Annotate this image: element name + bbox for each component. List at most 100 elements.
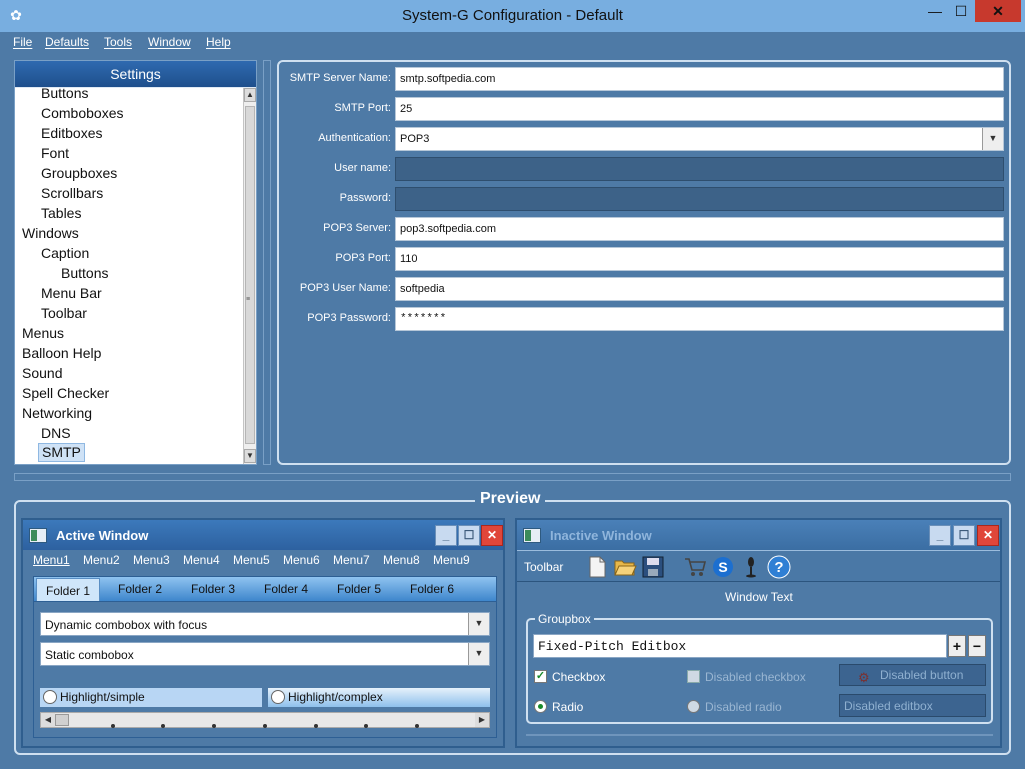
tab-folder-5[interactable]: Folder 5 — [325, 577, 393, 601]
highlight-complex-radio[interactable]: Highlight/complex — [268, 688, 490, 707]
new-document-icon[interactable] — [585, 555, 609, 579]
maximize-button[interactable]: ☐ — [948, 0, 974, 22]
tab-folder-1[interactable]: Folder 1 — [36, 578, 100, 601]
tree-item-spell-checker[interactable]: Spell Checker — [22, 383, 109, 403]
tick-mark — [314, 724, 318, 728]
scroll-up-arrow-icon[interactable]: ▲ — [244, 88, 256, 102]
save-icon[interactable] — [641, 555, 665, 579]
tree-item-menus[interactable]: Menus — [22, 323, 64, 343]
menu-help[interactable]: Help — [206, 35, 231, 49]
tree-item-editboxes[interactable]: Editboxes — [41, 123, 102, 143]
smtp-port-row: SMTP Port: 25 — [279, 97, 1009, 121]
smtp-server-input[interactable]: smtp.softpedia.com — [395, 67, 1004, 91]
disabled-checkbox: Disabled checkbox — [687, 670, 806, 684]
pop3-password-label: POP3 Password: — [307, 312, 391, 324]
close-icon[interactable]: ✕ — [977, 525, 999, 546]
menu-bar: File Defaults Tools Window Help — [0, 32, 1025, 54]
static-combobox[interactable]: Static combobox ▼ — [40, 642, 490, 666]
tree-item-balloon-help[interactable]: Balloon Help — [22, 343, 101, 363]
tree-item-dns[interactable]: DNS — [41, 423, 71, 443]
horizontal-scrollbar[interactable]: ◀ ▶ — [40, 712, 490, 728]
scroll-thumb[interactable] — [245, 106, 255, 444]
tree-item-sound[interactable]: Sound — [22, 363, 62, 383]
pop3-server-input[interactable]: pop3.softpedia.com — [395, 217, 1004, 241]
highlight-simple-radio[interactable]: Highlight/simple — [40, 688, 262, 707]
window-title: System-G Configuration - Default — [402, 7, 623, 24]
maximize-icon[interactable]: ☐ — [953, 525, 975, 546]
close-button[interactable]: ✕ — [975, 0, 1021, 22]
tree-item-font[interactable]: Font — [41, 143, 69, 163]
menu9[interactable]: Menu9 — [433, 553, 470, 567]
pop3-password-row: POP3 Password: ******* — [279, 307, 1009, 331]
dynamic-combobox[interactable]: Dynamic combobox with focus ▼ — [40, 612, 490, 636]
tree-item-caption[interactable]: Caption — [41, 243, 89, 263]
pop3-port-input[interactable]: 110 — [395, 247, 1004, 271]
menu6[interactable]: Menu6 — [283, 553, 320, 567]
minus-button[interactable]: − — [968, 635, 986, 657]
scroll-right-arrow-icon[interactable]: ▶ — [475, 713, 489, 727]
s-logo-icon[interactable]: S — [711, 555, 735, 579]
pop3-password-input[interactable]: ******* — [395, 307, 1004, 331]
pop3-user-name-input[interactable]: softpedia — [395, 277, 1004, 301]
smtp-port-input[interactable]: 25 — [395, 97, 1004, 121]
tree-item-menu-bar[interactable]: Menu Bar — [41, 283, 102, 303]
menu-window[interactable]: Window — [148, 35, 191, 49]
plus-button[interactable]: + — [948, 635, 966, 657]
chevron-down-icon[interactable]: ▼ — [468, 613, 489, 635]
authentication-select[interactable]: POP3 — [395, 127, 1004, 151]
user-name-row: User name: — [279, 157, 1009, 181]
tree-item-scrollbars[interactable]: Scrollbars — [41, 183, 103, 203]
menu8[interactable]: Menu8 — [383, 553, 420, 567]
chevron-down-icon[interactable]: ▼ — [468, 643, 489, 665]
minimize-button[interactable]: — — [922, 0, 948, 22]
shopping-cart-icon[interactable] — [683, 555, 707, 579]
help-icon[interactable]: ? — [767, 555, 791, 579]
tick-mark — [212, 724, 216, 728]
tree-scrollbar[interactable]: ▲ ≡ ▼ — [243, 88, 256, 464]
window-icon — [29, 528, 47, 543]
microphone-icon[interactable] — [739, 555, 763, 579]
tree-item-toolbar[interactable]: Toolbar — [41, 303, 87, 323]
checkbox-label: Checkbox — [552, 670, 606, 684]
menu2[interactable]: Menu2 — [83, 553, 120, 567]
active-window-menubar: Menu1 Menu2 Menu3 Menu4 Menu5 Menu6 Menu… — [27, 550, 501, 570]
horizontal-splitter[interactable] — [14, 473, 1011, 481]
tree-item-networking[interactable]: Networking — [22, 403, 92, 423]
settings-tree[interactable]: Buttons Comboboxes Editboxes Font Groupb… — [15, 88, 243, 464]
tree-item-tables[interactable]: Tables — [41, 203, 81, 223]
tab-folder-6[interactable]: Folder 6 — [398, 577, 466, 601]
menu-tools[interactable]: Tools — [104, 35, 132, 49]
tree-item-comboboxes[interactable]: Comboboxes — [41, 103, 124, 123]
menu1[interactable]: Menu1 — [33, 553, 70, 567]
fixed-pitch-editbox[interactable]: Fixed-Pitch Editbox — [533, 634, 947, 658]
vertical-splitter[interactable] — [263, 60, 271, 465]
disabled-checkbox-label: Disabled checkbox — [705, 670, 806, 684]
maximize-icon[interactable]: ☐ — [458, 525, 480, 546]
menu5[interactable]: Menu5 — [233, 553, 270, 567]
menu7[interactable]: Menu7 — [333, 553, 370, 567]
tree-item-windows[interactable]: Windows — [22, 223, 79, 243]
disabled-radio-label: Disabled radio — [705, 700, 782, 714]
tree-item-caption-buttons[interactable]: Buttons — [61, 263, 108, 283]
tab-folder-4[interactable]: Folder 4 — [252, 577, 320, 601]
open-folder-icon[interactable] — [613, 555, 637, 579]
grip-icon: ≡ — [246, 296, 251, 303]
tree-item-buttons[interactable]: Buttons — [41, 88, 88, 103]
close-icon[interactable]: ✕ — [481, 525, 503, 546]
tree-item-smtp[interactable]: SMTP — [38, 443, 85, 462]
scroll-down-arrow-icon[interactable]: ▼ — [244, 449, 256, 463]
menu4[interactable]: Menu4 — [183, 553, 220, 567]
menu-file[interactable]: File — [13, 35, 32, 49]
menu3[interactable]: Menu3 — [133, 553, 170, 567]
scroll-thumb[interactable] — [55, 714, 69, 726]
tab-folder-3[interactable]: Folder 3 — [179, 577, 247, 601]
chevron-down-icon[interactable]: ▼ — [982, 128, 1003, 150]
minimize-icon[interactable]: _ — [435, 525, 457, 546]
checkbox[interactable]: ✓ Checkbox — [534, 670, 605, 684]
scroll-left-arrow-icon[interactable]: ◀ — [41, 713, 55, 727]
radio-button[interactable]: Radio — [534, 700, 583, 714]
tab-folder-2[interactable]: Folder 2 — [106, 577, 174, 601]
tree-item-groupboxes[interactable]: Groupboxes — [41, 163, 117, 183]
menu-defaults[interactable]: Defaults — [45, 35, 89, 49]
minimize-icon[interactable]: _ — [929, 525, 951, 546]
